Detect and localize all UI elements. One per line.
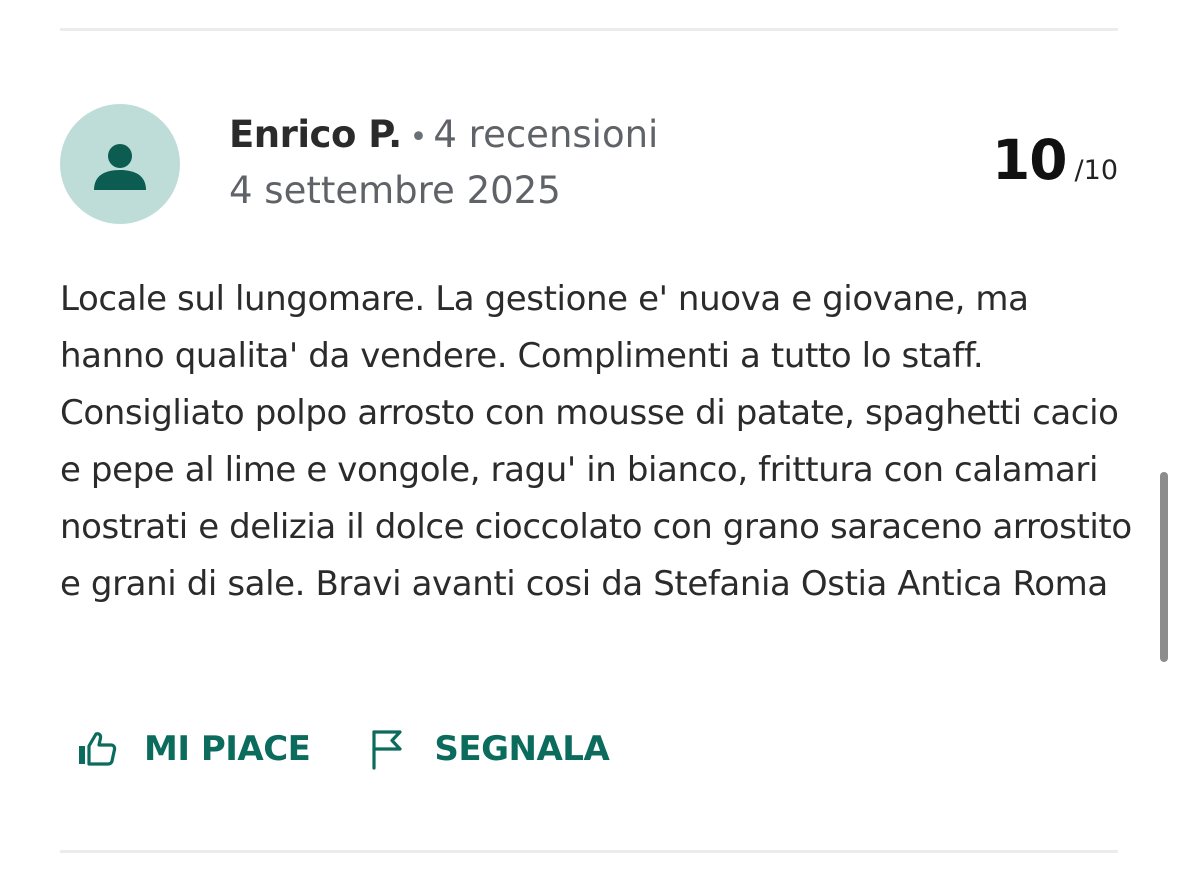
score-value: 10 (992, 128, 1068, 192)
review-date: 4 settembre 2025 (229, 169, 561, 212)
score-block: 10 /10 (992, 128, 1118, 198)
like-label: MI PIACE (144, 729, 311, 769)
bottom-divider (60, 850, 1118, 853)
author-name[interactable]: Enrico P. (229, 113, 402, 156)
report-label: SEGNALA (434, 729, 610, 769)
score-max: /10 (1074, 155, 1118, 186)
avatar (60, 104, 180, 224)
top-divider (60, 28, 1118, 31)
flag-icon (372, 730, 402, 770)
like-button[interactable]: MI PIACE (76, 728, 311, 770)
separator-dot: • (409, 120, 428, 155)
author-line: Enrico P. • 4 recensioni (229, 112, 658, 158)
scrollbar-thumb[interactable] (1160, 472, 1168, 662)
review-count: 4 recensioni (433, 113, 659, 156)
review-actions: MI PIACE SEGNALA (76, 724, 610, 774)
user-icon (94, 144, 146, 190)
review-text: Locale sul lungomare. La gestione e' nuo… (60, 279, 1132, 604)
report-button[interactable]: SEGNALA (366, 728, 610, 770)
thumbs-up-icon (79, 732, 117, 766)
